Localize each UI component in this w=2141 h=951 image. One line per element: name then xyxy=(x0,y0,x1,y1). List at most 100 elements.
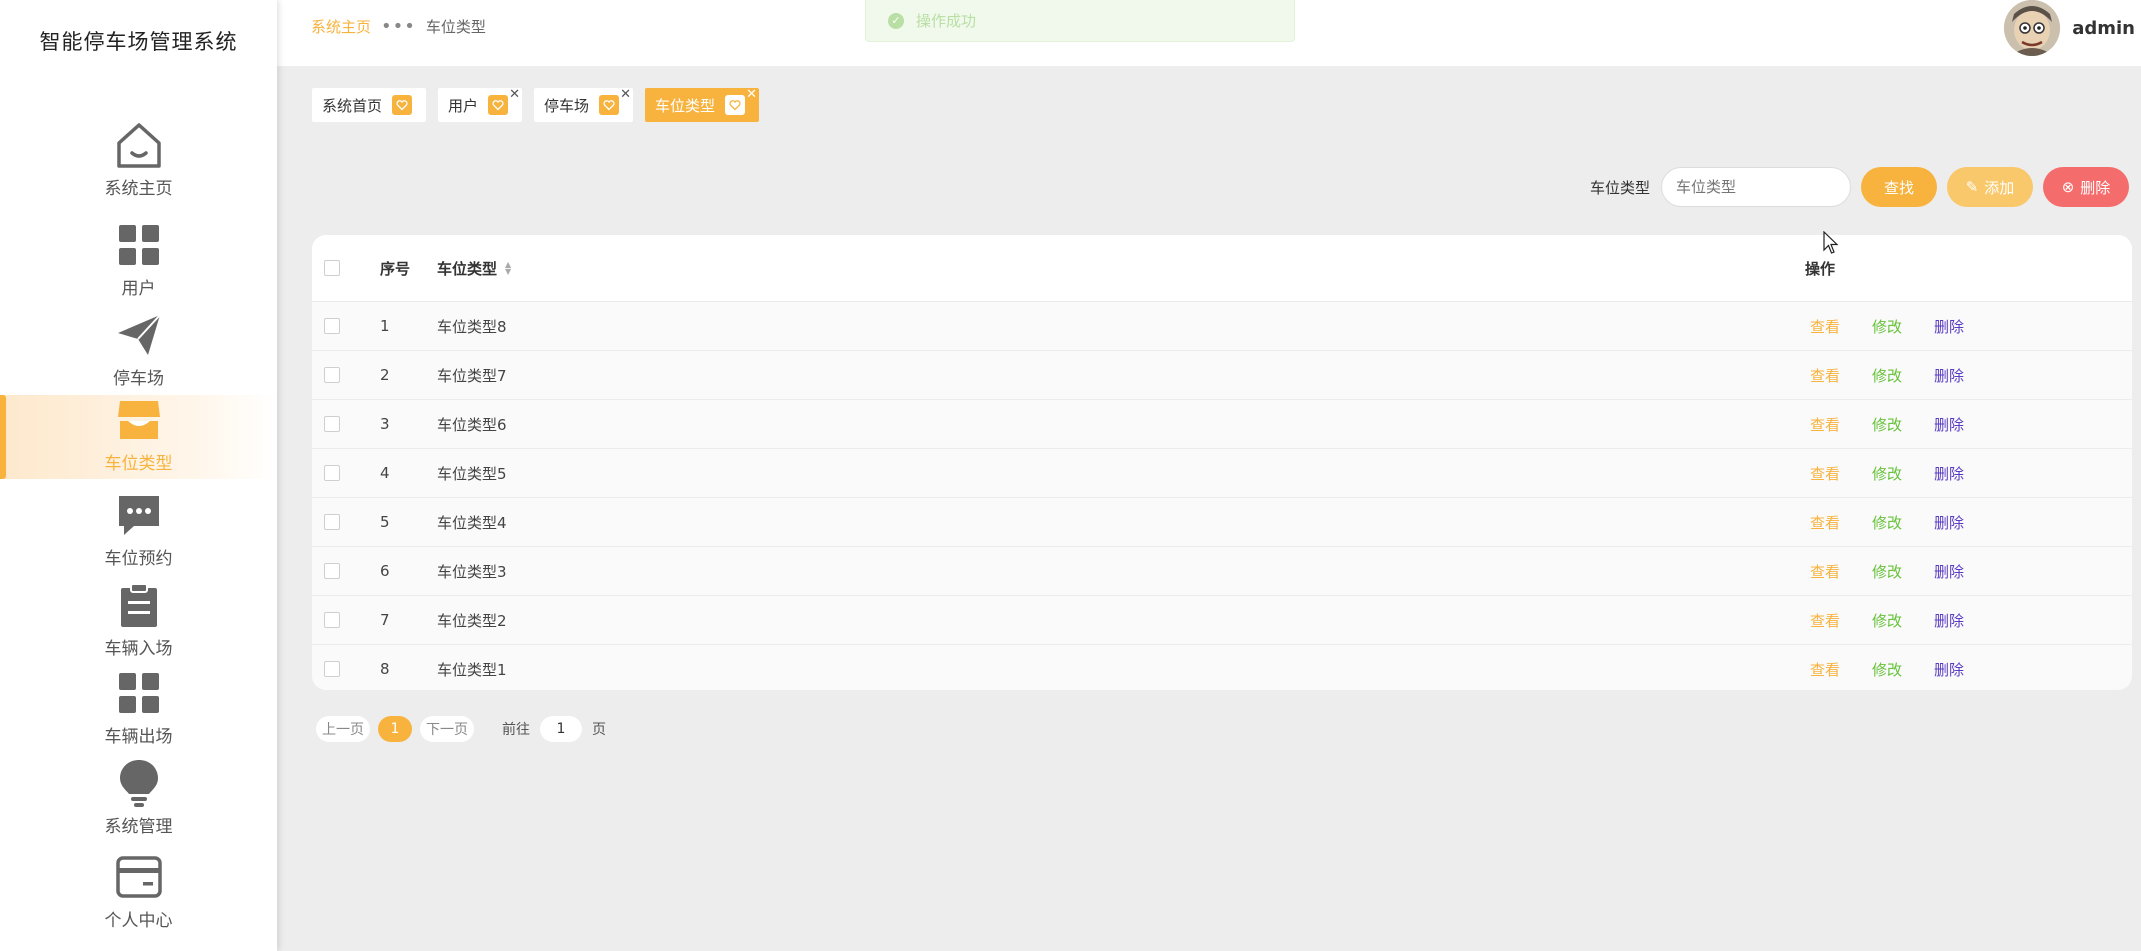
edit-link[interactable]: 修改 xyxy=(1872,561,1902,582)
header-type-label: 车位类型 xyxy=(437,259,498,278)
tag-users[interactable]: 用户 ✕ xyxy=(438,88,523,122)
edit-link[interactable]: 修改 xyxy=(1872,414,1902,435)
edit-link[interactable]: 修改 xyxy=(1872,610,1902,631)
check-circle-icon: ✓ xyxy=(888,12,904,29)
close-icon[interactable]: ✕ xyxy=(746,88,757,102)
grid-icon xyxy=(114,668,164,718)
search-input[interactable] xyxy=(1661,167,1851,207)
header-ops: 操作 xyxy=(1805,259,1836,278)
row-checkbox[interactable] xyxy=(324,318,340,334)
tag-label: 系统首页 xyxy=(322,96,383,115)
sidebar-item-reservation[interactable]: 车位预约 xyxy=(0,490,277,574)
table-row: 1 车位类型8 查看 修改 删除 xyxy=(312,302,2132,351)
avatar[interactable] xyxy=(2004,0,2061,56)
edit-link[interactable]: 修改 xyxy=(1872,512,1902,533)
tags-view: 系统首页 用户 ✕ 停车场 ✕ 车位类型 ✕ xyxy=(312,88,760,122)
pagination: 上一页 1 下一页 前往 1 页 xyxy=(316,716,606,742)
tag-space-type[interactable]: 车位类型 ✕ xyxy=(645,88,760,122)
delete-link[interactable]: 删除 xyxy=(1934,463,1964,484)
chat-icon xyxy=(114,490,164,540)
tag-parking-lot[interactable]: 停车场 ✕ xyxy=(534,88,634,122)
goto-suffix: 页 xyxy=(592,722,606,738)
toast-text: 操作成功 xyxy=(916,12,977,30)
edit-link[interactable]: 修改 xyxy=(1872,365,1902,386)
row-type: 车位类型1 xyxy=(437,660,507,679)
delete-link[interactable]: 删除 xyxy=(1934,414,1964,435)
sidebar-item-users[interactable]: 用户 xyxy=(0,220,277,304)
breadcrumb: 系统主页 ••• 车位类型 xyxy=(311,16,486,37)
row-checkbox[interactable] xyxy=(324,612,340,628)
add-button[interactable]: ✎ 添加 xyxy=(1947,167,2033,207)
sidebar-item-vehicle-exit[interactable]: 车辆出场 xyxy=(0,668,277,752)
brand-title: 智能停车场管理系统 xyxy=(39,30,238,54)
delete-link[interactable]: 删除 xyxy=(1934,512,1964,533)
goto-page: 前往 1 页 xyxy=(502,716,606,742)
view-link[interactable]: 查看 xyxy=(1810,659,1840,680)
sidebar-item-home[interactable]: 系统主页 xyxy=(0,120,277,204)
next-page-button[interactable]: 下一页 xyxy=(420,716,474,742)
page-number[interactable]: 1 xyxy=(378,716,412,742)
card-icon xyxy=(114,852,164,902)
view-link[interactable]: 查看 xyxy=(1810,561,1840,582)
user-menu[interactable]: admin xyxy=(2004,0,2135,56)
row-checkbox[interactable] xyxy=(324,416,340,432)
row-type: 车位类型4 xyxy=(437,513,507,532)
sidebar-item-label: 车位类型 xyxy=(104,454,173,474)
sidebar-item-profile[interactable]: 个人中心 xyxy=(0,852,277,936)
breadcrumb-separator: ••• xyxy=(381,16,416,37)
table-header: 序号 车位类型 ▲ ▼ 操作 xyxy=(312,235,2132,302)
close-icon[interactable]: ✕ xyxy=(509,88,520,102)
delete-button[interactable]: ⊗ 删除 xyxy=(2043,167,2129,207)
breadcrumb-home[interactable]: 系统主页 xyxy=(311,16,371,37)
row-no: 4 xyxy=(380,464,390,482)
paper-plane-icon xyxy=(114,310,164,360)
sidebar-item-space-type[interactable]: 车位类型 xyxy=(0,395,277,479)
view-link[interactable]: 查看 xyxy=(1810,512,1840,533)
clipboard-icon xyxy=(114,580,164,630)
table-row: 2 车位类型7 查看 修改 删除 xyxy=(312,351,2132,400)
edit-link[interactable]: 修改 xyxy=(1872,659,1902,680)
username[interactable]: admin xyxy=(2072,18,2135,39)
row-checkbox[interactable] xyxy=(324,514,340,530)
sidebar-item-label: 车位预约 xyxy=(104,549,173,569)
view-link[interactable]: 查看 xyxy=(1810,610,1840,631)
topbar: 系统主页 ••• 车位类型 ✓ 操作成功 admin xyxy=(277,0,2141,66)
search-bar: 车位类型 查找 ✎ 添加 ⊗ 删除 xyxy=(1590,167,2129,207)
delete-link[interactable]: 删除 xyxy=(1934,365,1964,386)
row-type: 车位类型7 xyxy=(437,366,507,385)
edit-icon: ✎ xyxy=(1965,179,1979,196)
sort-icon[interactable]: ▲ ▼ xyxy=(505,261,511,276)
tag-home[interactable]: 系统首页 xyxy=(312,88,427,122)
row-checkbox[interactable] xyxy=(324,465,340,481)
edit-link[interactable]: 修改 xyxy=(1872,316,1902,337)
close-icon[interactable]: ✕ xyxy=(620,88,631,102)
delete-link[interactable]: 删除 xyxy=(1934,561,1964,582)
data-table: 序号 车位类型 ▲ ▼ 操作 1 车位类型8 查看 修改 删除 2 车位类型7 查看 修改 删除 3 车… xyxy=(312,235,2132,690)
row-type: 车位类型6 xyxy=(437,415,507,434)
edit-link[interactable]: 修改 xyxy=(1872,463,1902,484)
view-link[interactable]: 查看 xyxy=(1810,414,1840,435)
view-link[interactable]: 查看 xyxy=(1810,463,1840,484)
row-checkbox[interactable] xyxy=(324,563,340,579)
view-link[interactable]: 查看 xyxy=(1810,365,1840,386)
shop-icon xyxy=(114,395,164,445)
sidebar-item-vehicle-entry[interactable]: 车辆入场 xyxy=(0,580,277,664)
sidebar-item-system-admin[interactable]: 系统管理 xyxy=(0,758,277,842)
goto-page-input[interactable]: 1 xyxy=(540,716,582,742)
delete-link[interactable]: 删除 xyxy=(1934,316,1964,337)
delete-link[interactable]: 删除 xyxy=(1934,610,1964,631)
sidebar-item-label: 车辆出场 xyxy=(104,727,173,747)
prev-page-button[interactable]: 上一页 xyxy=(316,716,370,742)
sidebar-item-parking-lot[interactable]: 停车场 xyxy=(0,310,277,394)
row-checkbox[interactable] xyxy=(324,661,340,677)
find-button[interactable]: 查找 xyxy=(1861,167,1937,207)
header-type[interactable]: 车位类型 ▲ ▼ xyxy=(437,258,511,279)
row-no: 6 xyxy=(380,562,390,580)
tag-label: 停车场 xyxy=(544,96,590,115)
header-no: 序号 xyxy=(380,259,411,278)
row-checkbox[interactable] xyxy=(324,367,340,383)
select-all-checkbox[interactable] xyxy=(324,260,340,276)
view-link[interactable]: 查看 xyxy=(1810,316,1840,337)
row-type: 车位类型2 xyxy=(437,611,507,630)
delete-link[interactable]: 删除 xyxy=(1934,659,1964,680)
